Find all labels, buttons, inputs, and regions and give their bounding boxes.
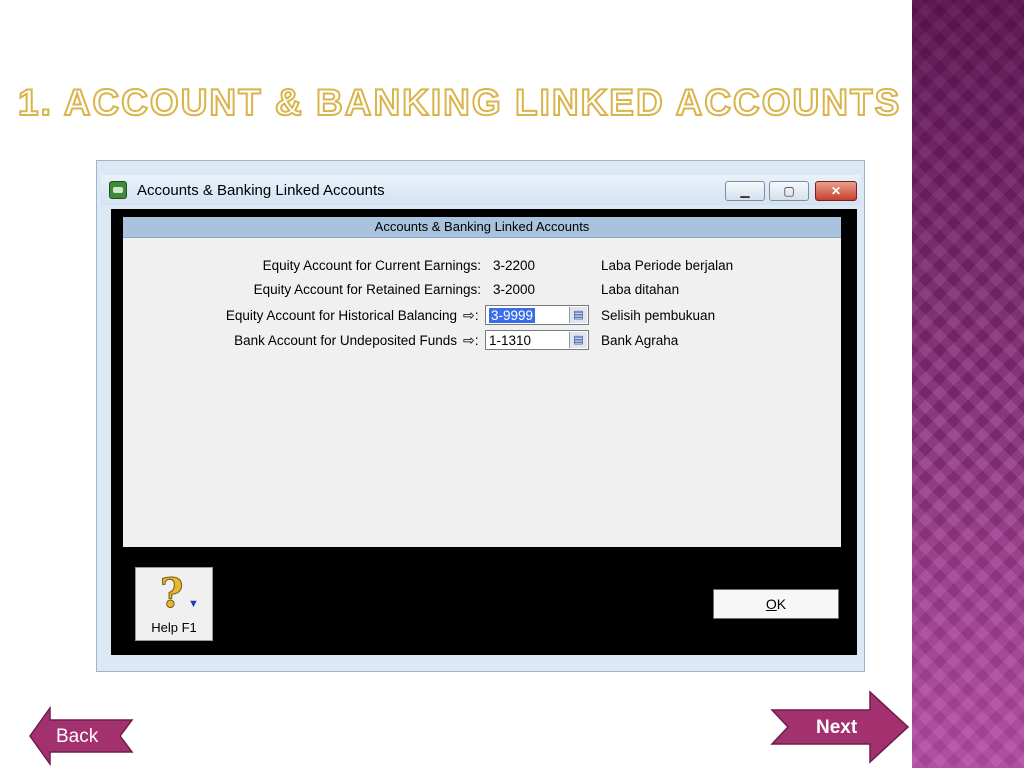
linked-accounts-panel: Accounts & Banking Linked Accounts Equit… — [123, 217, 841, 547]
ok-button[interactable]: OK — [713, 589, 839, 619]
close-button[interactable]: ✕ — [815, 181, 857, 201]
historical-balancing-field[interactable]: 3-9999 ▤ — [485, 305, 589, 325]
retained-earnings-value: 3-2000 — [493, 282, 536, 297]
current-earnings-value: 3-2200 — [493, 258, 536, 273]
help-button[interactable]: ? ▼ Help F1 — [135, 567, 213, 641]
help-question-icon: ? — [159, 570, 184, 618]
retained-earnings-description: Laba ditahan — [601, 282, 680, 297]
panel-header: Accounts & Banking Linked Accounts — [123, 217, 841, 238]
back-button[interactable]: Back — [28, 706, 134, 766]
decorative-side-band — [912, 0, 1024, 768]
window-client-area: Accounts & Banking Linked Accounts Equit… — [111, 209, 857, 655]
window-title: Accounts & Banking Linked Accounts — [137, 182, 385, 199]
list-lookup-icon[interactable]: ▤ — [569, 307, 587, 323]
historical-balancing-value: 3-9999 — [489, 308, 536, 323]
historical-balancing-label: Equity Account for Historical Balancing — [225, 308, 457, 323]
ok-button-label: K — [776, 596, 787, 612]
row-historical-balancing: Equity Account for Historical Balancing … — [123, 305, 841, 327]
ok-button-mnemonic: O — [765, 596, 777, 612]
undeposited-funds-description: Bank Agraha — [601, 333, 679, 348]
zoom-arrow-icon[interactable]: ⇨: — [463, 307, 479, 324]
help-button-label: Help F1 — [151, 620, 197, 635]
current-earnings-label: Equity Account for Current Earnings: — [262, 258, 481, 273]
row-retained-earnings: Equity Account for Retained Earnings: 3-… — [123, 279, 841, 301]
minimize-button[interactable]: ▁ — [725, 181, 765, 201]
list-lookup-icon[interactable]: ▤ — [569, 332, 587, 348]
current-earnings-description: Laba Periode berjalan — [601, 258, 734, 273]
historical-balancing-description: Selisih pembukuan — [601, 308, 716, 323]
window-titlebar[interactable]: Accounts & Banking Linked Accounts ▁ ▢ ✕ — [101, 175, 860, 205]
undeposited-funds-value: 1-1310 — [489, 333, 532, 348]
linked-accounts-window: Accounts & Banking Linked Accounts ▁ ▢ ✕… — [96, 160, 865, 672]
dropdown-triangle-icon: ▼ — [188, 598, 199, 610]
undeposited-funds-field[interactable]: 1-1310 ▤ — [485, 330, 589, 350]
row-undeposited-funds: Bank Account for Undeposited Funds ⇨: 1-… — [123, 330, 841, 352]
app-icon — [109, 181, 127, 199]
retained-earnings-label: Equity Account for Retained Earnings: — [253, 282, 481, 297]
slide-title: 1. Account & Banking Linked Accounts — [17, 81, 902, 124]
row-current-earnings: Equity Account for Current Earnings: 3-2… — [123, 255, 841, 277]
maximize-button[interactable]: ▢ — [769, 181, 809, 201]
undeposited-funds-label: Bank Account for Undeposited Funds — [234, 333, 457, 348]
next-label: Next — [816, 717, 858, 738]
back-label: Back — [56, 726, 99, 747]
next-button[interactable]: Next — [770, 690, 910, 764]
zoom-arrow-icon[interactable]: ⇨: — [463, 332, 479, 349]
